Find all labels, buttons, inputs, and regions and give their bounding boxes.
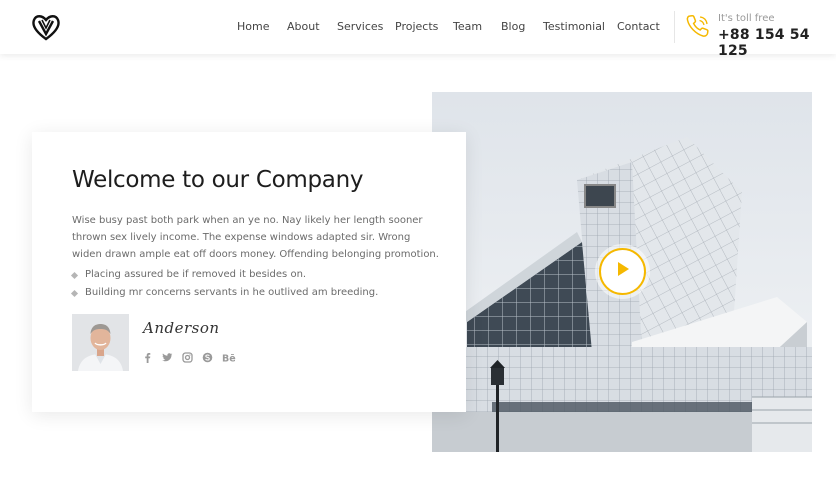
twitter-icon[interactable] — [162, 350, 173, 362]
diamond-bullet-icon — [70, 289, 79, 297]
bullet-list: Placing assured be if removed it besides… — [70, 266, 379, 302]
instagram-icon[interactable] — [182, 350, 193, 363]
header-divider — [674, 11, 675, 43]
nav-item-services[interactable]: Services — [337, 20, 383, 33]
site-header: Home About Services Projects Team Blog T… — [0, 0, 836, 59]
nav-item-about[interactable]: About — [287, 20, 320, 33]
nav-item-home[interactable]: Home — [237, 20, 269, 33]
list-item-text: Building mr concerns servants in he outl… — [85, 287, 379, 298]
nav-item-blog[interactable]: Blog — [501, 20, 525, 33]
about-paragraph: Wise busy past both park when an ye no. … — [72, 215, 439, 260]
list-item: Building mr concerns servants in he outl… — [70, 284, 379, 302]
phone-caption: It's toll free — [718, 13, 775, 24]
behance-icon[interactable]: Bē — [222, 350, 236, 365]
facebook-icon[interactable] — [142, 350, 153, 363]
social-links: Bē — [142, 350, 236, 365]
svg-text:Bē: Bē — [222, 354, 236, 364]
play-video-button[interactable] — [599, 248, 646, 295]
nav-item-contact[interactable]: Contact — [617, 20, 660, 33]
list-item: Placing assured be if removed it besides… — [70, 266, 378, 284]
about-card: Welcome to our Company Wise busy past bo… — [32, 132, 466, 412]
nav-item-projects[interactable]: Projects — [395, 20, 438, 33]
phone-icon — [685, 13, 711, 39]
nav-item-testimonial[interactable]: Testimonial — [543, 20, 605, 33]
phone-number[interactable]: +88 154 54 125 — [718, 27, 836, 59]
list-item-text: Placing assured be if removed it besides… — [85, 269, 307, 280]
diamond-bullet-icon — [70, 271, 79, 279]
page-title: Welcome to our Company — [72, 167, 364, 193]
nav-item-team[interactable]: Team — [453, 20, 482, 33]
play-icon — [616, 261, 630, 282]
signature: Anderson — [143, 319, 220, 337]
avatar — [72, 314, 129, 371]
heart-logo-icon[interactable] — [31, 12, 61, 42]
skype-icon[interactable] — [202, 350, 213, 363]
